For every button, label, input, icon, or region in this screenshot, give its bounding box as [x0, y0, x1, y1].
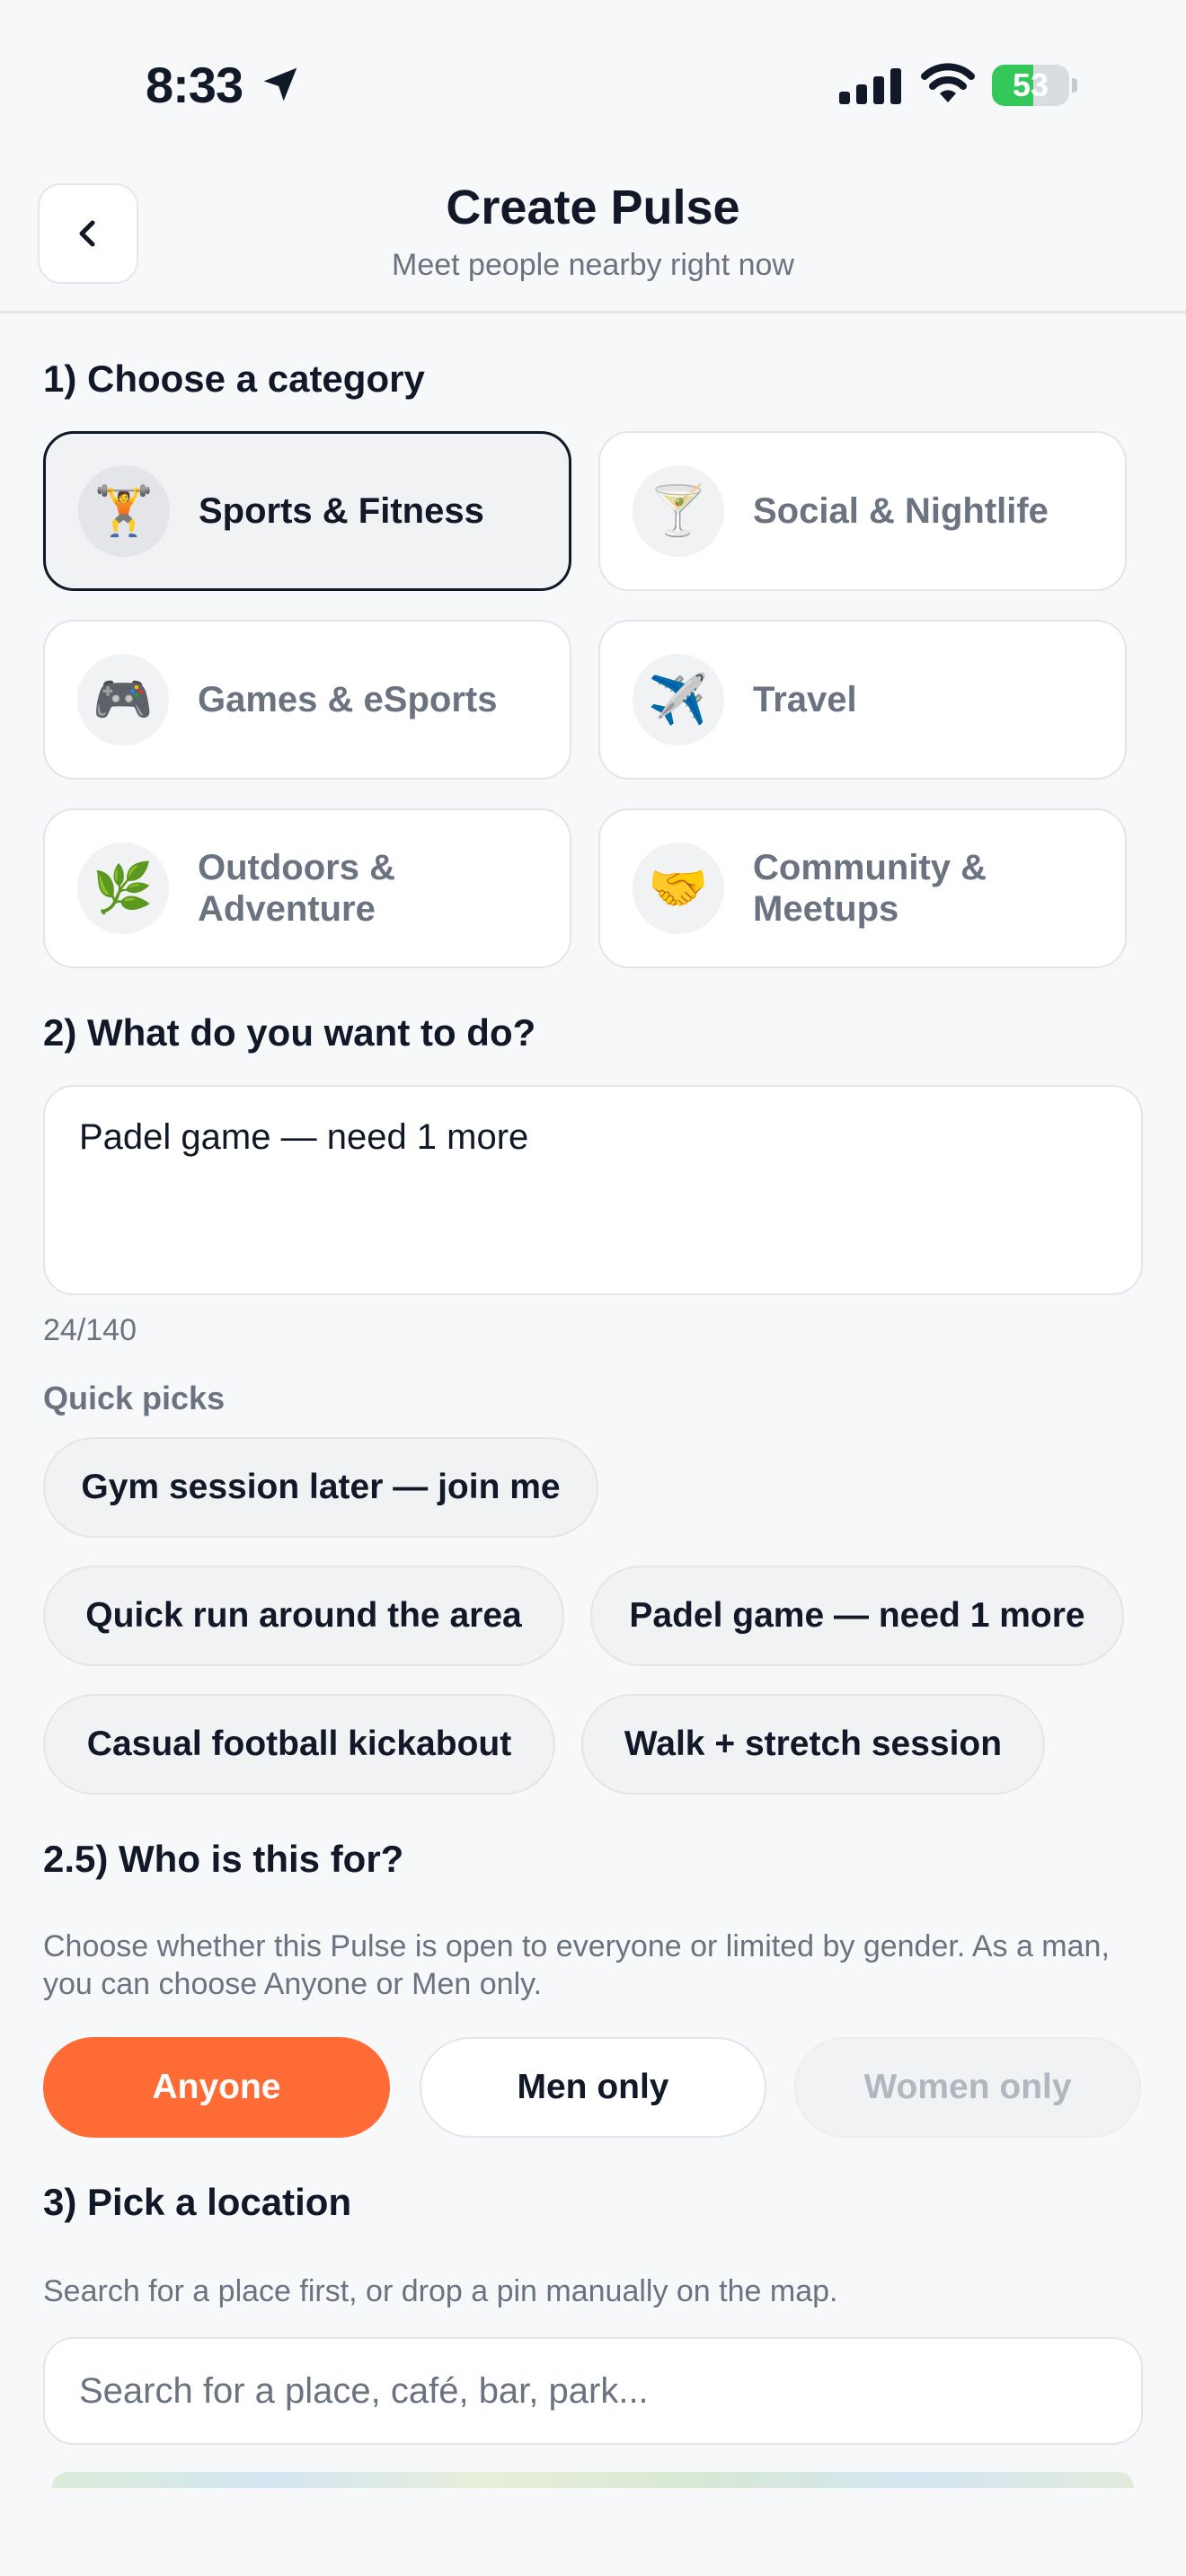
quick-pick-chip[interactable]: Casual football kickabout: [43, 1694, 555, 1795]
battery-percent: 53: [1012, 66, 1049, 103]
header-divider: [0, 311, 1186, 313]
category-heading: 1) Choose a category: [43, 357, 425, 400]
location-arrow-icon: [263, 67, 297, 101]
weightlifter-icon: 🏋️: [78, 465, 170, 557]
audience-heading: 2.5) Who is this for?: [43, 1838, 404, 1880]
cocktail-icon: 🍸: [633, 465, 724, 557]
quick-pick-chip[interactable]: Gym session later — join me: [43, 1437, 598, 1538]
activity-textarea[interactable]: Padel game — need 1 more: [43, 1085, 1143, 1295]
page-subtitle: Meet people nearby right now: [392, 248, 794, 282]
location-search-input[interactable]: Search for a place, café, bar, park...: [43, 2337, 1143, 2445]
audience-anyone-button[interactable]: Anyone: [43, 2037, 390, 2138]
category-outdoors-adventure[interactable]: 🌿 Outdoors & Adventure: [43, 808, 571, 968]
audience-men-only-button[interactable]: Men only: [420, 2037, 766, 2138]
herb-icon: 🌿: [77, 842, 169, 934]
wifi-icon: [921, 63, 975, 102]
category-sports-fitness[interactable]: 🏋️ Sports & Fitness: [43, 431, 571, 591]
category-label: Outdoors & Adventure: [198, 848, 395, 929]
cellular-signal-icon: [839, 68, 901, 104]
category-label: Social & Nightlife: [753, 491, 1049, 531]
activity-heading: 2) What do you want to do?: [43, 1011, 536, 1054]
category-travel[interactable]: ✈️ Travel: [598, 620, 1127, 780]
category-games-esports[interactable]: 🎮 Games & eSports: [43, 620, 571, 780]
battery-indicator: 53: [992, 65, 1078, 106]
category-community-meetups[interactable]: 🤝 Community & Meetups: [598, 808, 1127, 968]
page-title: Create Pulse: [446, 181, 740, 234]
location-heading: 3) Pick a location: [43, 2181, 352, 2223]
category-social-nightlife[interactable]: 🍸 Social & Nightlife: [598, 431, 1127, 591]
quick-pick-chip[interactable]: Walk + stretch session: [581, 1694, 1045, 1795]
game-controller-icon: 🎮: [77, 654, 169, 745]
audience-description: Choose whether this Pulse is open to eve…: [43, 1929, 1110, 2001]
audience-women-only-button[interactable]: Women only: [794, 2037, 1141, 2138]
quick-pick-chip[interactable]: Quick run around the area: [43, 1566, 564, 1666]
handshake-icon: 🤝: [633, 842, 724, 934]
status-bar: 8:33 53: [0, 0, 1186, 171]
map-preview[interactable]: [52, 2472, 1134, 2488]
category-label: Sports & Fitness: [199, 491, 484, 531]
location-description: Search for a place first, or drop a pin …: [43, 2274, 838, 2308]
category-label: Travel: [753, 680, 857, 719]
airplane-icon: ✈️: [633, 654, 724, 745]
quick-pick-chip[interactable]: Padel game — need 1 more: [590, 1566, 1124, 1666]
quick-picks-label: Quick picks: [43, 1380, 226, 1416]
status-time: 8:33: [146, 57, 243, 113]
category-label: Games & eSports: [198, 680, 498, 719]
character-counter: 24/140: [43, 1313, 137, 1347]
category-label: Community & Meetups: [753, 848, 987, 929]
